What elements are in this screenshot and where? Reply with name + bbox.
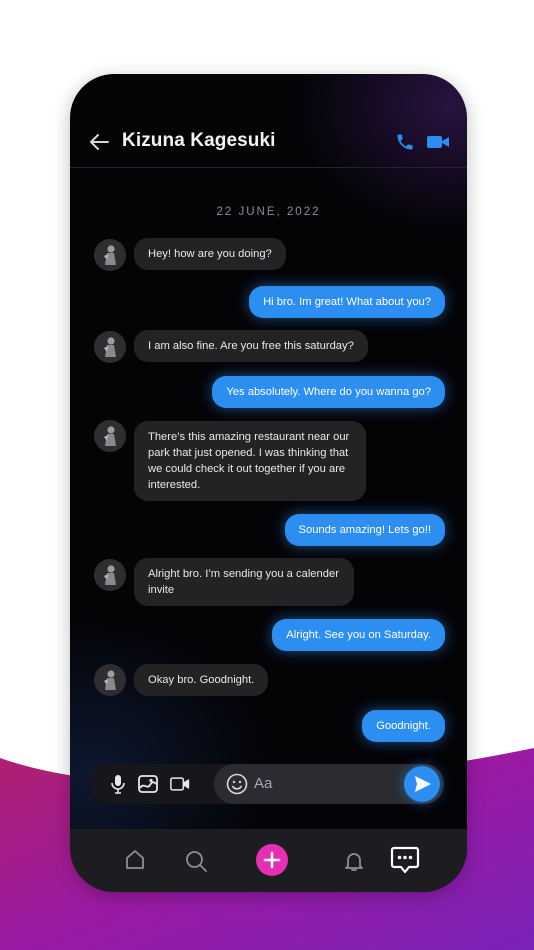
avatar	[94, 420, 126, 452]
message-bubble-outgoing: Alright. See you on Saturday.	[272, 619, 445, 651]
video-camera-icon[interactable]	[426, 132, 450, 152]
message-bubble-incoming: Okay bro. Goodnight.	[134, 664, 269, 696]
avatar-image	[94, 239, 126, 271]
avatar	[94, 664, 126, 696]
avatar	[94, 559, 126, 591]
add-button[interactable]	[256, 844, 288, 876]
message-bubble-outgoing: Yes absolutely. Where do you wanna go?	[212, 376, 445, 408]
message-input-placeholder: Aa	[254, 775, 273, 792]
message-bubble-outgoing: Hi bro. Im great! What about you?	[249, 286, 445, 318]
message-bubble-outgoing: Sounds amazing! Lets go!!	[284, 514, 445, 546]
contact-name: Kizuna Kagesuki	[122, 130, 276, 151]
bottom-navigation	[70, 829, 467, 892]
image-icon[interactable]	[138, 774, 158, 794]
chat-header: Kizuna Kagesuki	[70, 74, 467, 168]
avatar-image	[94, 331, 126, 363]
message-bubble-incoming: Hey! how are you doing?	[134, 238, 286, 270]
home-icon[interactable]	[123, 848, 147, 872]
emoji-icon[interactable]	[226, 773, 248, 795]
video-icon[interactable]	[170, 774, 190, 794]
add-icon	[263, 851, 281, 869]
notifications-icon[interactable]	[342, 849, 366, 873]
phone-screen: Kizuna Kagesuki 22 JUNE, 2022 Hey! how a…	[70, 74, 467, 892]
arrow-left-icon[interactable]	[88, 132, 110, 152]
avatar-image	[94, 420, 126, 452]
message-bubble-incoming: There’s this amazing restaurant near our…	[134, 421, 366, 501]
conversation-date: 22 JUNE, 2022	[216, 206, 321, 218]
phone-icon[interactable]	[395, 132, 415, 152]
message-composer: Aa	[90, 764, 444, 804]
chat-icon	[390, 846, 420, 874]
message-bubble-outgoing: Goodnight.	[362, 710, 445, 742]
send-icon	[415, 776, 431, 792]
chat-tab[interactable]	[390, 845, 420, 875]
message-bubble-incoming: Alright bro. I’m sending you a calender …	[134, 558, 354, 606]
send-button[interactable]	[404, 766, 440, 802]
avatar-image	[94, 559, 126, 591]
search-icon[interactable]	[184, 849, 208, 873]
avatar	[94, 239, 126, 271]
message-bubble-incoming: I am also fine. Are you free this saturd…	[134, 330, 368, 362]
avatar	[94, 331, 126, 363]
microphone-icon[interactable]	[108, 774, 128, 794]
avatar-image	[94, 664, 126, 696]
